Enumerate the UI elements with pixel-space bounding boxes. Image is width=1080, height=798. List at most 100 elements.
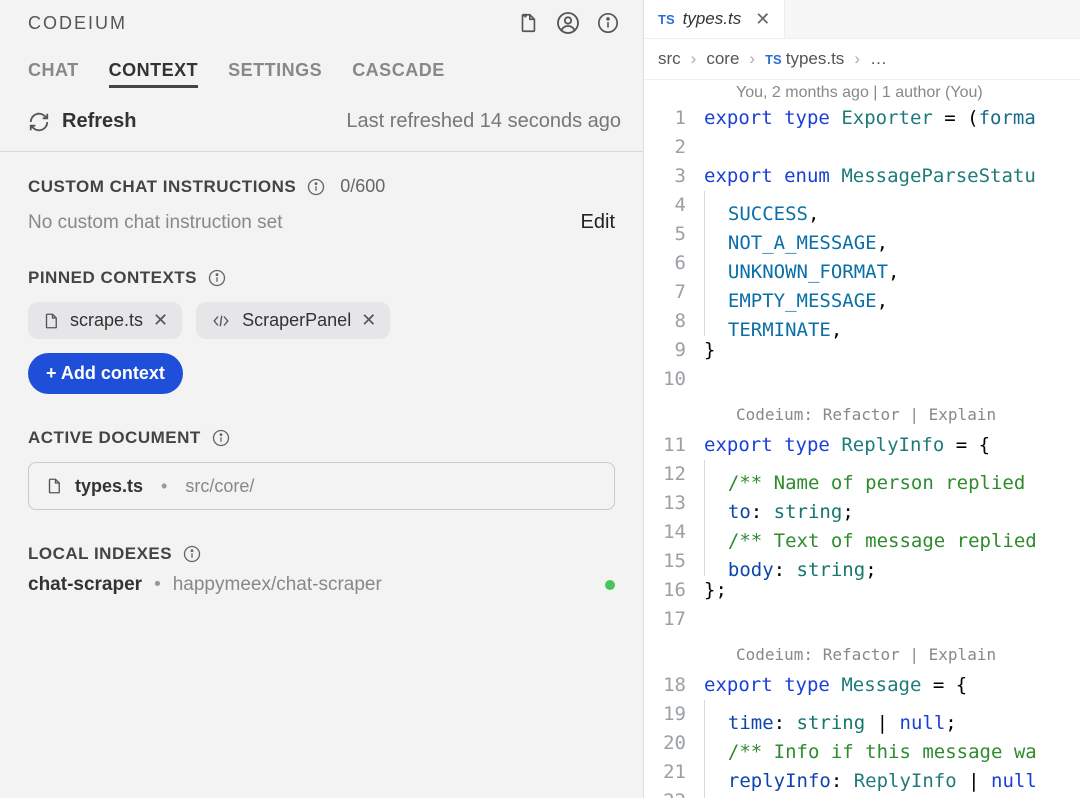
char-counter: 0/600 [340,176,385,197]
code-line[interactable]: 11export type ReplyInfo = { [644,431,1080,460]
codeium-panel: CODEIUM CHAT CONTEXT SETTINGS CASCADE Re… [0,0,644,798]
line-number: 4 [644,191,704,220]
custom-instructions-empty: No custom chat instruction set [28,212,283,234]
active-doc-name: types.ts [75,476,143,497]
info-icon[interactable] [306,177,326,197]
code-line[interactable]: 15 body: string; [644,547,1080,576]
line-number: 22 [644,787,704,798]
info-icon[interactable] [182,544,202,564]
info-icon[interactable] [595,10,621,36]
line-number: 8 [644,307,704,336]
line-number: 19 [644,700,704,729]
codelens[interactable]: Codeium: Refactor | Explain [644,640,1080,669]
code-line[interactable]: 8 TERMINATE, [644,307,1080,336]
code-line[interactable]: 2 [644,133,1080,162]
line-number: 12 [644,460,704,489]
tab-settings[interactable]: SETTINGS [228,60,322,88]
code-line[interactable]: 19 time: string | null; [644,700,1080,729]
code-line[interactable]: 20 /** Info if this message wa [644,729,1080,758]
section-pinned-contexts: PINNED CONTEXTS scrape.ts ✕ ScraperPanel… [0,244,643,404]
pinned-title: PINNED CONTEXTS [28,268,197,288]
panel-header: CODEIUM [0,0,643,42]
code-line[interactable]: 21 replyInfo: ReplyInfo | null [644,758,1080,787]
refresh-label: Refresh [62,110,136,133]
language-badge: TS [658,12,675,27]
pinned-chips: scrape.ts ✕ ScraperPanel ✕ [28,302,615,339]
code-line[interactable]: 22 sender: string; [644,787,1080,798]
code-line[interactable]: 14 /** Text of message replied [644,518,1080,547]
close-icon[interactable]: ✕ [153,310,168,331]
file-icon [45,475,63,497]
crumb-folder[interactable]: core [706,49,739,69]
editor-pane: TS types.ts ✕ src › core › TStypes.ts › … [644,0,1080,798]
info-icon[interactable] [211,428,231,448]
status-indicator [605,580,615,590]
line-number: 16 [644,576,704,605]
editor-tab[interactable]: TS types.ts ✕ [644,0,785,38]
codelens[interactable]: Codeium: Refactor | Explain [644,400,1080,429]
active-doc-title: ACTIVE DOCUMENT [28,428,201,448]
active-doc-card[interactable]: types.ts • src/core/ [28,462,615,510]
local-indexes-title: LOCAL INDEXES [28,544,172,564]
code-area[interactable]: 1export type Exporter = (forma2 3export … [644,104,1080,798]
close-icon[interactable]: ✕ [755,9,770,30]
custom-instructions-title: CUSTOM CHAT INSTRUCTIONS [28,177,296,197]
line-number: 14 [644,518,704,547]
crumb-folder[interactable]: src [658,49,681,69]
new-file-icon[interactable] [515,10,541,36]
line-number: 9 [644,336,704,365]
crumb-file[interactable]: TStypes.ts [765,49,844,69]
pinned-chip-file[interactable]: scrape.ts ✕ [28,302,182,339]
code-line[interactable]: 17 [644,605,1080,634]
file-icon [42,311,60,331]
section-custom-instructions: CUSTOM CHAT INSTRUCTIONS 0/600 No custom… [0,152,643,244]
code-line[interactable]: 3export enum MessageParseStatu [644,162,1080,191]
line-number: 17 [644,605,704,634]
breadcrumbs[interactable]: src › core › TStypes.ts › … [644,39,1080,80]
add-context-label: + Add context [46,363,165,384]
line-number: 2 [644,133,704,162]
chip-label: ScraperPanel [242,310,351,331]
code-line[interactable]: 16}; [644,576,1080,605]
code-line[interactable]: 10 [644,365,1080,394]
code-line[interactable]: 18export type Message = { [644,671,1080,700]
section-active-document: ACTIVE DOCUMENT types.ts • src/core/ [0,404,643,520]
index-row[interactable]: chat-scraper • happymeex/chat-scraper [28,574,615,596]
code-line[interactable]: 9} [644,336,1080,365]
header-icons [515,10,621,36]
line-number: 1 [644,104,704,133]
line-number: 13 [644,489,704,518]
editor-tabbar: TS types.ts ✕ [644,0,1080,39]
refresh-status: Last refreshed 14 seconds ago [346,110,621,133]
tab-chat[interactable]: CHAT [28,60,79,88]
code-line[interactable]: 5 NOT_A_MESSAGE, [644,220,1080,249]
line-number: 3 [644,162,704,191]
code-icon [210,312,232,330]
tab-context[interactable]: CONTEXT [109,60,199,88]
refresh-button[interactable]: Refresh [28,110,136,133]
account-icon[interactable] [555,10,581,36]
chip-label: scrape.ts [70,310,143,331]
pinned-chip-symbol[interactable]: ScraperPanel ✕ [196,302,390,339]
refresh-icon [28,111,50,133]
crumb-more[interactable]: … [870,49,887,69]
edit-button[interactable]: Edit [581,211,615,234]
refresh-row: Refresh Last refreshed 14 seconds ago [0,98,643,152]
active-doc-path: src/core/ [185,476,254,497]
index-path: happymeex/chat-scraper [173,574,382,596]
line-number: 10 [644,365,704,394]
tab-cascade[interactable]: CASCADE [352,60,445,88]
code-line[interactable]: 4 SUCCESS, [644,191,1080,220]
line-number: 18 [644,671,704,700]
code-line[interactable]: 1export type Exporter = (forma [644,104,1080,133]
close-icon[interactable]: ✕ [361,310,376,331]
code-line[interactable]: 6 UNKNOWN_FORMAT, [644,249,1080,278]
add-context-button[interactable]: + Add context [28,353,183,394]
index-name: chat-scraper [28,574,142,596]
code-line[interactable]: 12 /** Name of person replied [644,460,1080,489]
brand-label: CODEIUM [28,13,127,34]
code-line[interactable]: 7 EMPTY_MESSAGE, [644,278,1080,307]
info-icon[interactable] [207,268,227,288]
code-line[interactable]: 13 to: string; [644,489,1080,518]
line-number: 6 [644,249,704,278]
